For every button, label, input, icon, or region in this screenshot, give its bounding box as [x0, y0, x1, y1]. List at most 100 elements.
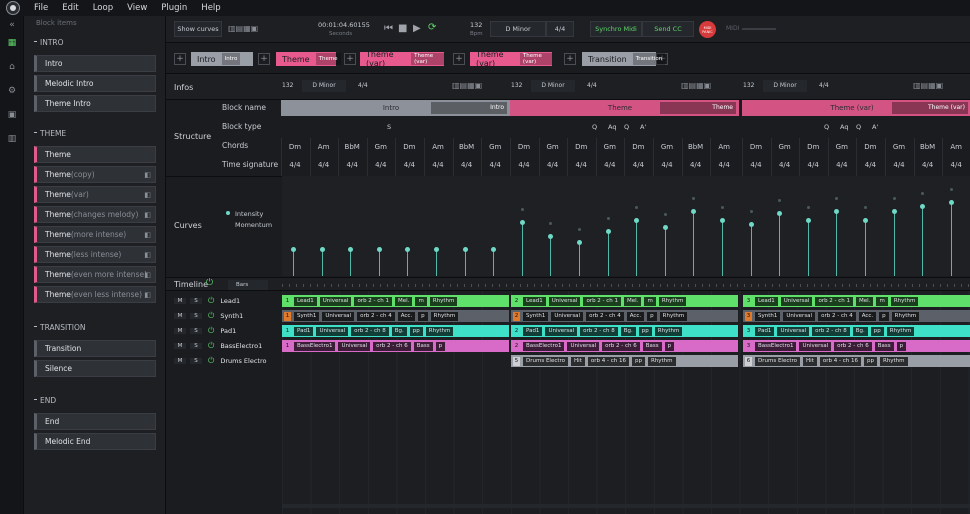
info-key[interactable]: D Minor	[531, 80, 575, 92]
clip-param[interactable]: Acc.	[397, 311, 416, 321]
timeline-power-icon[interactable]: ⏻	[206, 278, 213, 288]
curve-point[interactable]	[920, 203, 926, 209]
clip-param[interactable]: Bass	[413, 341, 433, 351]
momentum-point[interactable]	[663, 212, 667, 216]
clip-param[interactable]: BassElectro1	[294, 341, 336, 351]
clip-param[interactable]: Synth1	[294, 311, 320, 321]
clip-param[interactable]: orb 2 - ch 8	[580, 326, 618, 336]
clip-param[interactable]: pp	[638, 326, 652, 336]
curve-point[interactable]	[519, 220, 525, 225]
clip-param[interactable]: Rhythm	[647, 356, 676, 366]
block-type[interactable]: Q	[856, 123, 861, 131]
clip-param[interactable]: Synth1	[755, 311, 781, 321]
momentum-point[interactable]	[749, 209, 753, 213]
clip-param[interactable]: Universal	[777, 326, 810, 336]
clip-param[interactable]: Hit	[803, 356, 817, 366]
curve-point[interactable]	[805, 218, 811, 224]
curve-point[interactable]	[291, 247, 296, 252]
section-1[interactable]: Theme Theme	[276, 52, 341, 66]
clip-param[interactable]: Universal	[783, 311, 816, 321]
clip-synth[interactable]: 1 Synth1 Universal orb 2 - ch 4 Acc. p Rhythm	[282, 310, 509, 322]
mute-button[interactable]: M	[174, 358, 186, 364]
clip-param[interactable]: Universal	[799, 341, 832, 351]
info-key[interactable]: D Minor	[302, 80, 346, 92]
info-bpm[interactable]: 132	[743, 82, 754, 89]
clip-param[interactable]: Universal	[545, 326, 578, 336]
synchro-midi-toggle[interactable]: Synchro Midi	[590, 21, 642, 37]
block-item-icon[interactable]: ◧	[144, 271, 151, 279]
menu-view[interactable]: View	[127, 3, 147, 13]
clip-param[interactable]: Rhythm	[429, 296, 458, 306]
clip-synth[interactable]: 2 Synth1 Universal orb 2 - ch 4 Acc. p Rhythm	[511, 310, 738, 322]
clip-param[interactable]: orb 4 - ch 16	[587, 356, 629, 366]
clip-param[interactable]: orb 2 - ch 6	[373, 341, 411, 351]
add-section-button[interactable]: +	[564, 53, 576, 65]
section-0[interactable]: Intro Intro	[191, 52, 253, 66]
clip-param[interactable]: Universal	[319, 296, 352, 306]
curve-legend-intensity[interactable]: Intensity	[235, 210, 263, 218]
clip-param[interactable]: orb 2 - ch 8	[351, 326, 389, 336]
block-item[interactable]: Theme	[34, 146, 156, 163]
clip-param[interactable]: m	[876, 296, 888, 306]
clip-param[interactable]: p	[418, 311, 428, 321]
clip-param[interactable]: Universal	[567, 341, 600, 351]
curve-legend-momentum[interactable]: Momentum	[235, 221, 272, 229]
clip-param[interactable]: Lead1	[523, 296, 546, 306]
clip-param[interactable]: orb 2 - ch 4	[357, 311, 395, 321]
clip-param[interactable]: Drums Electro	[755, 356, 801, 366]
clip-param[interactable]: p	[435, 341, 446, 351]
info-signature[interactable]: 4/4	[358, 82, 368, 89]
clip-param[interactable]: Bg.	[852, 326, 868, 336]
momentum-point[interactable]	[949, 188, 953, 192]
block-type[interactable]: A'	[872, 123, 878, 131]
track-power-icon[interactable]: ⏻	[208, 296, 214, 306]
clip-param[interactable]: Pad1	[755, 326, 775, 336]
clip-param[interactable]: Universal	[780, 296, 813, 306]
menu-loop[interactable]: Loop	[93, 3, 113, 13]
clip-param[interactable]: m	[415, 296, 427, 306]
block-item[interactable]: Theme (copy) ◧	[34, 166, 156, 183]
clip-param[interactable]: orb 4 - ch 16	[819, 356, 861, 366]
block-item[interactable]: Transition	[34, 340, 156, 357]
momentum-point[interactable]	[606, 217, 610, 220]
block-item-icon[interactable]: ◧	[144, 191, 151, 199]
info-signature[interactable]: 4/4	[819, 82, 829, 89]
solo-button[interactable]: S	[190, 358, 202, 364]
send-cc-toggle[interactable]: Send CC	[642, 21, 694, 37]
clip-param[interactable]: orb 2 - ch 6	[602, 341, 640, 351]
clip-param[interactable]: orb 2 - ch 1	[815, 296, 854, 306]
clip-param[interactable]: m	[644, 296, 656, 306]
block-type[interactable]: Q	[824, 123, 829, 131]
view-icons[interactable]: ▥▤▦▣	[228, 24, 258, 33]
group-collapse-icon[interactable]	[34, 399, 37, 400]
info-key[interactable]: D Minor	[763, 80, 807, 92]
clip-param[interactable]: orb 2 - ch 4	[586, 311, 624, 321]
section-2[interactable]: Theme (var) Theme (var)	[360, 50, 444, 68]
clip-pad[interactable]: 3 Pad1 Universal orb 2 - ch 8 Bg. pp Rhythm	[743, 325, 970, 337]
track-power-icon[interactable]: ⏻	[208, 311, 214, 321]
curve-point[interactable]	[376, 247, 382, 252]
track-power-icon[interactable]: ⏻	[208, 326, 214, 336]
clip-drums[interactable]: 6 Drums Electro Hit orb 4 - ch 16 pp Rhythm	[743, 355, 970, 367]
clip-param[interactable]: Universal	[316, 326, 349, 336]
clip-param[interactable]: pp	[409, 326, 423, 336]
block-type[interactable]: S	[387, 123, 391, 131]
block-item[interactable]: Theme (more intense) ◧	[34, 226, 156, 243]
clip-param[interactable]: BassElectro1	[755, 341, 797, 351]
menu-file[interactable]: File	[34, 3, 48, 13]
clip-param[interactable]: Universal	[551, 311, 584, 321]
clip-param[interactable]: Rhythm	[430, 311, 459, 321]
clip-param[interactable]: Lead1	[294, 296, 317, 306]
block-item[interactable]: Melodic End	[34, 433, 156, 450]
solo-button[interactable]: S	[190, 328, 202, 334]
piano-icon[interactable]: ▥	[5, 132, 19, 146]
clip-param[interactable]: p	[647, 311, 657, 321]
image-icon[interactable]: ▣	[5, 108, 19, 122]
block-item[interactable]: Theme (var) ◧	[34, 186, 156, 203]
momentum-point[interactable]	[520, 208, 524, 211]
clip-pad[interactable]: 1 Pad1 Universal orb 2 - ch 8 Bg. pp Rhythm	[282, 325, 509, 337]
clip-param[interactable]: p	[879, 311, 889, 321]
clip-param[interactable]: Rhythm	[658, 296, 687, 306]
add-section-button[interactable]: +	[258, 53, 270, 65]
curve-point[interactable]	[319, 247, 325, 252]
